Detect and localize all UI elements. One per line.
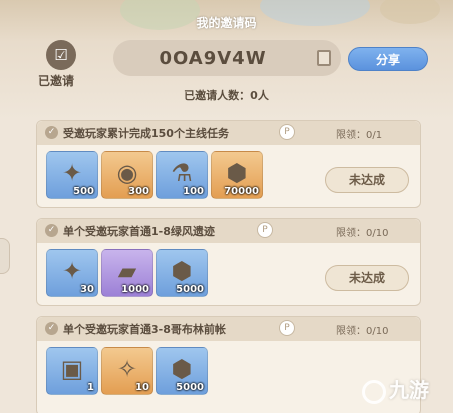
- task-icon: ✓: [45, 224, 58, 237]
- chat-bubble-icon[interactable]: P: [279, 124, 295, 140]
- page-title: 我的邀请码: [196, 16, 257, 30]
- reward-qty: 5000: [176, 284, 204, 295]
- task-icon: ✓: [45, 322, 58, 335]
- task-header: ✓ 单个受邀玩家首通1-8绿风遗迹 P 限领：0/10: [37, 219, 420, 243]
- reward-qty: 300: [128, 186, 149, 197]
- reward-qty: 100: [183, 186, 204, 197]
- reward-item[interactable]: ✦ 500: [46, 151, 98, 199]
- reward-item[interactable]: ⬢ 5000: [156, 249, 208, 297]
- silver-ingot-icon: ▰: [117, 256, 137, 285]
- reward-qty: 70000: [224, 186, 259, 197]
- watermark-logo-icon: [362, 379, 386, 404]
- task-status-button[interactable]: 未达成: [325, 265, 409, 291]
- task-status-button[interactable]: 未达成: [325, 167, 409, 193]
- reward-qty: 10: [135, 382, 149, 393]
- invite-code-box: 0OA9V4W: [113, 40, 341, 76]
- reward-item[interactable]: ◉ 300: [101, 151, 153, 199]
- gold-coin-icon: ⬢: [171, 256, 193, 285]
- rune-card-icon: ✧: [116, 354, 138, 383]
- blue-star-crystal-icon: ✦: [61, 256, 83, 285]
- reward-item[interactable]: ✦ 30: [46, 249, 98, 297]
- blue-card-book-icon: ▣: [60, 354, 84, 383]
- blue-potion-canister-icon: ⚗: [171, 158, 193, 187]
- invited-count: 已邀请人数：0人: [184, 89, 269, 102]
- task-header: ✓ 单个受邀玩家首通3-8哥布林前帐 P 限领：0/10: [37, 317, 420, 341]
- gold-coin-icon: ⬢: [226, 158, 248, 187]
- share-button[interactable]: 分享: [348, 47, 428, 71]
- reward-item[interactable]: ▰ 1000: [101, 249, 153, 297]
- task-title: 受邀玩家累计完成150个主线任务: [63, 127, 229, 140]
- blue-star-crystal-icon: ✦: [61, 158, 83, 187]
- task-card: ✓ 单个受邀玩家首通1-8绿风遗迹 P 限领：0/10 ✦ 30 ▰ 1000 …: [36, 218, 421, 306]
- side-collapse-handle[interactable]: [0, 238, 10, 274]
- task-title: 单个受邀玩家首通3-8哥布林前帐: [63, 323, 226, 336]
- reward-qty: 500: [73, 186, 94, 197]
- task-title: 单个受邀玩家首通1-8绿风遗迹: [63, 225, 215, 238]
- reward-qty: 1000: [121, 284, 149, 295]
- task-limit: 限领：0/10: [336, 228, 389, 239]
- task-limit: 限领：0/1: [336, 130, 383, 141]
- reward-qty: 5000: [176, 382, 204, 393]
- task-icon: ✓: [45, 126, 58, 139]
- reward-item[interactable]: ⚗ 100: [156, 151, 208, 199]
- reward-item[interactable]: ⬢ 70000: [211, 151, 263, 199]
- site-watermark: 九游: [362, 374, 429, 404]
- reward-qty: 1: [87, 382, 94, 393]
- chat-bubble-icon[interactable]: P: [279, 320, 295, 336]
- invite-code: 0OA9V4W: [159, 48, 267, 69]
- task-header: ✓ 受邀玩家累计完成150个主线任务 P 限领：0/1: [37, 121, 420, 145]
- gold-coin-icon: ⬢: [171, 354, 193, 383]
- invited-list-icon[interactable]: ☑: [46, 40, 76, 70]
- reward-item[interactable]: ✧ 10: [101, 347, 153, 395]
- task-limit: 限领：0/10: [336, 326, 389, 337]
- reward-qty: 30: [80, 284, 94, 295]
- watermark-text: 九游: [389, 378, 429, 402]
- chat-bubble-icon[interactable]: P: [257, 222, 273, 238]
- copy-icon[interactable]: [317, 50, 331, 66]
- reward-item[interactable]: ▣ 1: [46, 347, 98, 395]
- reward-item[interactable]: ⬢ 5000: [156, 347, 208, 395]
- task-card: ✓ 受邀玩家累计完成150个主线任务 P 限领：0/1 ✦ 500 ◉ 300 …: [36, 120, 421, 208]
- gold-orb-artifact-icon: ◉: [116, 158, 138, 187]
